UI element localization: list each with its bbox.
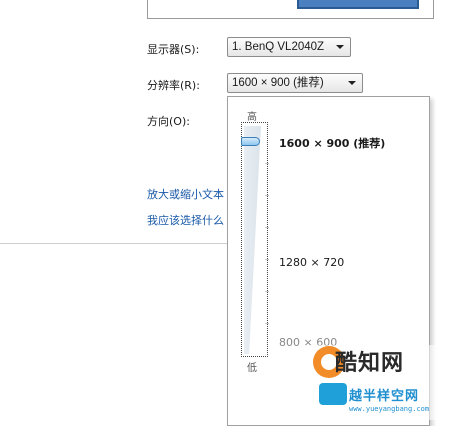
monitor-thumbnail[interactable] — [297, 0, 419, 9]
slider-tick — [265, 259, 269, 260]
slider-tick — [265, 163, 269, 164]
chevron-down-icon — [336, 45, 344, 49]
resolution-select[interactable]: 1600 × 900 (推荐) — [227, 73, 363, 93]
scale-low-label: 低 — [247, 363, 257, 374]
resolution-label: 分辨率(R): — [147, 79, 200, 92]
resolution-select-value: 1600 × 900 (推荐) — [232, 77, 324, 89]
resolution-option-1280x720[interactable]: 1280 × 720 — [279, 256, 344, 269]
monitor-preview-area — [147, 0, 434, 19]
watermark-subtitle: 越半样空网 — [349, 389, 420, 404]
watermark-title: 酷知网 — [335, 351, 405, 376]
orientation-label: 方向(O): — [147, 115, 190, 128]
slider-track — [244, 126, 261, 354]
resolution-option-1600x900[interactable]: 1600 × 900 (推荐) — [279, 135, 385, 151]
slider-thumb[interactable] — [241, 137, 260, 146]
resolution-slider[interactable] — [241, 122, 269, 357]
watermark-url: www.yueyangbang.com — [349, 405, 430, 413]
watermark-chat-icon — [319, 383, 347, 405]
monitor-select[interactable]: 1. BenQ VL2040Z — [227, 37, 351, 57]
monitor-label: 显示器(S): — [147, 43, 200, 56]
divider — [0, 243, 230, 244]
watermark: 酷知网 越半样空网 www.yueyangbang.com — [300, 345, 458, 420]
chevron-down-icon — [348, 81, 356, 85]
slider-tick — [265, 291, 269, 292]
which-settings-link[interactable]: 我应该选择什么 — [147, 212, 224, 228]
scale-high-label: 高 — [247, 112, 257, 123]
slider-tick — [265, 227, 269, 228]
slider-tick — [265, 195, 269, 196]
slider-tick — [265, 323, 269, 324]
enlarge-text-link[interactable]: 放大或缩小文本 — [147, 186, 224, 202]
monitor-select-value: 1. BenQ VL2040Z — [232, 41, 325, 53]
